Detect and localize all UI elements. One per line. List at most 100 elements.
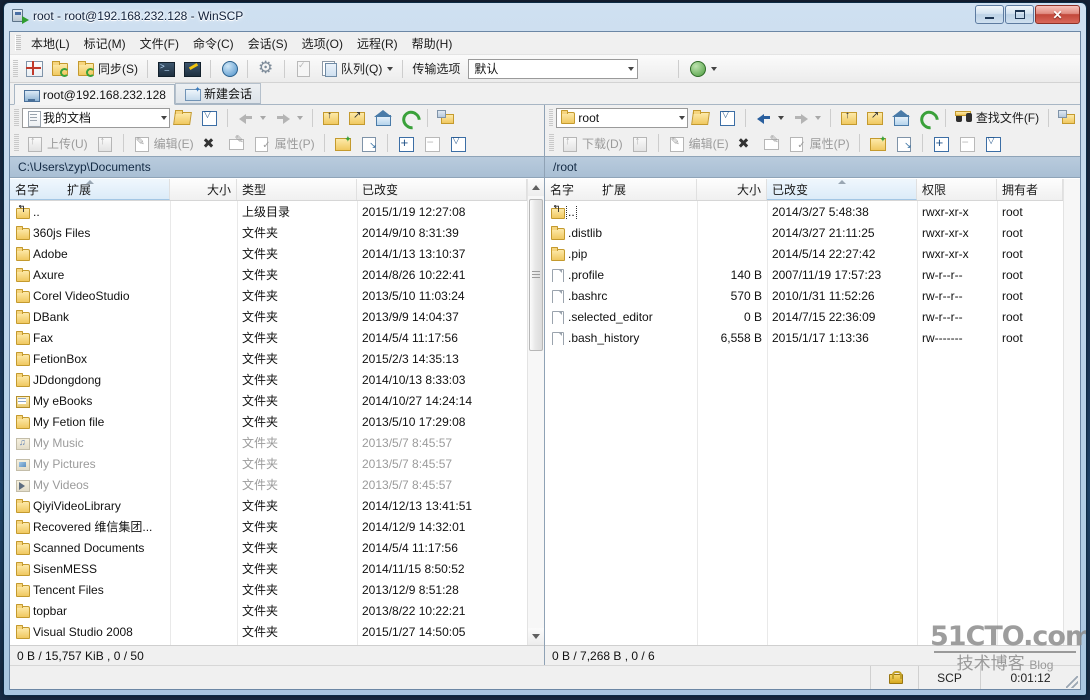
table-row[interactable]: Fax 文件夹 2014/5/4 11:17:56 [10,327,527,348]
remote-col-owner[interactable]: 拥有者 [997,179,1063,200]
menu-remote[interactable]: 远程(R) [350,32,405,55]
chevron-down-icon[interactable] [161,115,167,120]
local-parent-directory-button[interactable] [318,106,344,129]
chevron-down-icon[interactable] [711,66,718,71]
local-rename-button[interactable] [224,132,250,155]
local-scroll-down-button[interactable] [528,628,544,645]
remote-edit-button[interactable]: 编辑(E) [664,132,733,155]
table-row[interactable]: DBank 文件夹 2013/9/9 14:04:37 [10,306,527,327]
table-row[interactable]: QiyiVideoLibrary 文件夹 2014/12/13 13:41:51 [10,495,527,516]
table-row[interactable]: 360js Files 文件夹 2014/9/10 8:31:39 [10,222,527,243]
open-in-putty-button[interactable] [216,57,242,80]
menu-mark[interactable]: 标记(M) [77,32,133,55]
table-row[interactable]: .. 2014/3/27 5:48:38 rwxr-xr-x root [545,201,1063,222]
menu-grip[interactable] [15,35,21,51]
remote-directory-combo[interactable]: root [556,107,689,128]
local-scroll-up-button[interactable] [528,179,544,196]
remote-root-directory-button[interactable] [862,106,888,129]
local-scroll-thumb[interactable] [529,199,543,351]
open-terminal-button[interactable] [153,57,179,80]
table-row[interactable]: .pip 2014/5/14 22:27:42 rwxr-xr-x root [545,243,1063,264]
queue-clear-button[interactable] [290,57,316,80]
remote-col-size[interactable]: 大小 [697,179,767,200]
remote-new-folder-button[interactable] [865,132,891,155]
table-row[interactable]: Axure 文件夹 2014/8/26 10:22:41 [10,264,527,285]
table-row[interactable]: My Videos 文件夹 2013/5/7 8:45:57 [10,474,527,495]
local-drive-combo[interactable]: 我的文档 [22,107,170,128]
synchronize-browsing-button[interactable] [47,57,73,80]
table-row[interactable]: My Music 文件夹 2013/5/7 8:45:57 [10,432,527,453]
title-bar[interactable]: root - root@192.168.232.128 - WinSCP ✕ [8,3,1082,29]
local-filter-button[interactable] [196,106,222,129]
chevron-down-icon[interactable] [297,115,303,120]
table-row[interactable]: SisenMESS 文件夹 2014/11/15 8:50:52 [10,558,527,579]
chevron-down-icon[interactable] [387,66,394,71]
local-col-name[interactable]: 名字 扩展 [10,179,170,200]
remote-filter-button[interactable] [714,106,740,129]
local-bookmarks-button[interactable] [433,106,459,129]
menu-session[interactable]: 会话(S) [241,32,295,55]
remote-refresh-button[interactable] [914,106,940,129]
local-edit-button[interactable]: 编辑(E) [129,132,198,155]
table-row[interactable]: .distlib 2014/3/27 21:11:25 rwxr-xr-x root [545,222,1063,243]
local-path-grip[interactable] [14,108,19,127]
chevron-down-icon[interactable] [628,66,635,71]
table-row[interactable]: My Fetion file 文件夹 2013/5/10 17:29:08 [10,411,527,432]
chevron-down-icon[interactable] [815,115,822,120]
local-new-folder-button[interactable] [330,132,356,155]
remote-file-grip[interactable] [549,134,554,152]
local-open-directory-button[interactable] [170,106,196,129]
web-help-button[interactable] [684,57,721,80]
local-delete-button[interactable] [198,132,224,155]
table-row[interactable]: .bashrc 570 B 2010/1/31 11:52:26 rw-r--r-- r… [545,285,1063,306]
local-unselect-button[interactable] [419,132,445,155]
remote-back-button[interactable] [751,106,788,129]
toolbar-grip[interactable] [13,59,18,78]
table-row[interactable]: Visual Studio 2008 文件夹 2015/1/27 14:50:05 [10,621,527,642]
synchronize-button[interactable]: 同步(S) [73,57,142,80]
table-row[interactable]: Recovered 维信集团... 文件夹 2014/12/9 14:32:01 [10,516,527,537]
table-row[interactable]: .bash_history 6,558 B 2015/1/17 1:13:36 rw-… [545,327,1063,348]
remote-rows[interactable]: ..2014/3/27 5:48:38rwxr-xr-xroot.distlib… [545,201,1063,645]
resize-grip[interactable] [1066,676,1078,688]
remote-new-file-button[interactable] [891,132,917,155]
remote-parent-directory-button[interactable] [836,106,862,129]
table-row[interactable]: Corel VideoStudio 文件夹 2013/5/10 11:03:24 [10,285,527,306]
remote-home-directory-button[interactable] [888,106,914,129]
local-vertical-scrollbar[interactable] [527,179,544,645]
remote-open-directory-button[interactable] [688,106,714,129]
menu-files[interactable]: 文件(F) [133,32,186,55]
local-root-directory-button[interactable] [344,106,370,129]
table-row[interactable]: .profile 140 B 2007/11/19 17:57:23 rw-r--r-… [545,264,1063,285]
find-files-button[interactable]: 查找文件(F) [951,106,1043,129]
table-row[interactable]: My eBooks 文件夹 2014/10/27 14:24:14 [10,390,527,411]
menu-options[interactable]: 选项(O) [295,32,350,55]
local-file-grip[interactable] [14,134,19,152]
encryption-indicator[interactable] [870,666,918,689]
local-col-type[interactable]: 类型 [237,179,357,200]
queue-button[interactable]: 队列(Q) [316,57,397,80]
download-options-button[interactable] [627,132,653,155]
remote-col-modified[interactable]: 已改变 [767,179,917,200]
local-forward-button[interactable] [270,106,307,129]
table-row[interactable]: Tencent Files 文件夹 2013/12/9 8:51:28 [10,579,527,600]
table-row[interactable]: .. 上级目录 2015/1/19 12:27:08 [10,201,527,222]
chevron-down-icon[interactable] [260,115,266,120]
transfer-settings-combo[interactable]: 默认 [468,58,639,79]
download-button[interactable]: 下载(D) [557,132,627,155]
tab-new-session[interactable]: 新建会话 [174,83,261,104]
remote-properties-button[interactable]: 属性(P) [785,132,854,155]
local-col-modified[interactable]: 已改变 [357,179,527,200]
local-home-directory-button[interactable] [370,106,396,129]
remote-unselect-button[interactable] [954,132,980,155]
table-row[interactable]: topbar 文件夹 2013/8/22 10:22:21 [10,600,527,621]
upload-options-button[interactable] [92,132,118,155]
chevron-down-icon[interactable] [679,115,686,120]
remote-delete-button[interactable] [733,132,759,155]
local-rows[interactable]: .. 上级目录 2015/1/19 12:27:08 360js Files 文件夹 20… [10,201,527,645]
preferences-button[interactable] [253,57,279,80]
tab-session-root[interactable]: root@192.168.232.128 [14,84,175,105]
remote-col-rights[interactable]: 权限 [917,179,997,200]
close-button[interactable]: ✕ [1035,5,1080,24]
remote-path-grip[interactable] [549,108,554,127]
